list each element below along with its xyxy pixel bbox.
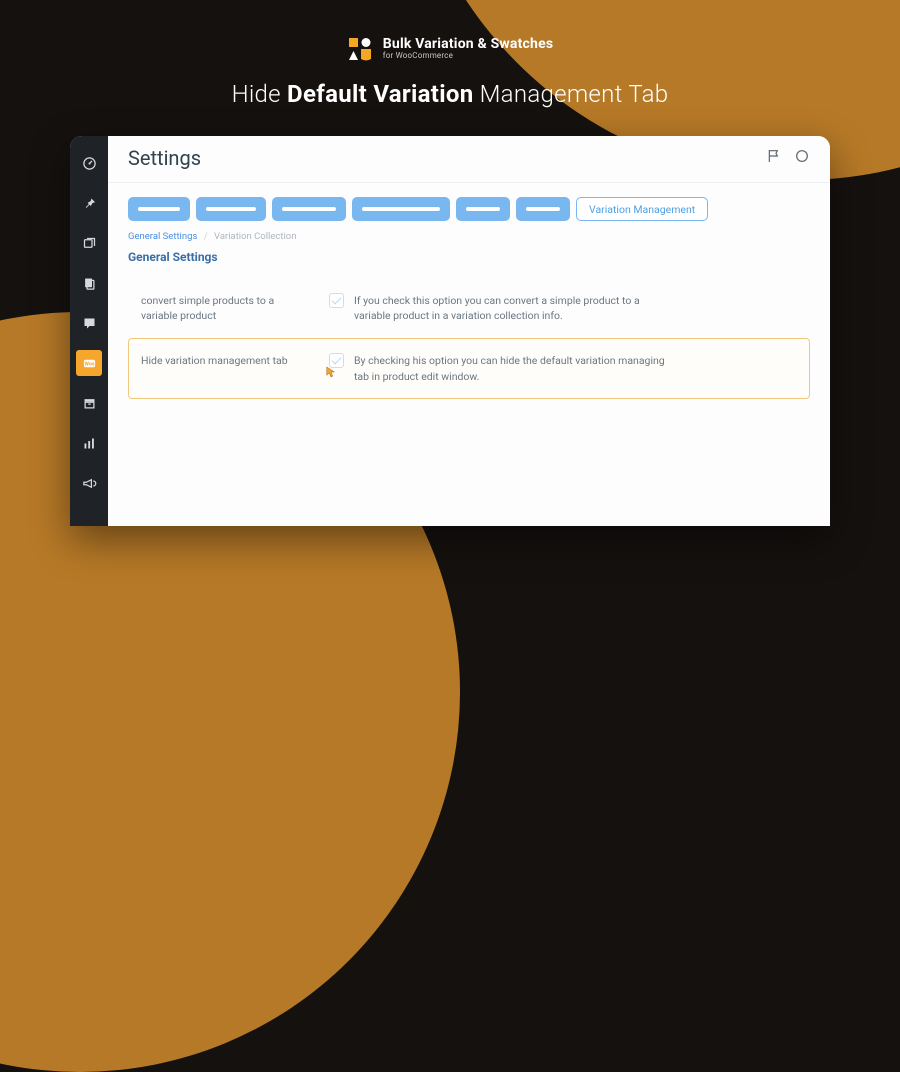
dashboard-icon[interactable] <box>76 150 102 176</box>
section-heading: General Settings <box>128 250 810 264</box>
svg-text:Woo: Woo <box>84 361 94 367</box>
tab-placeholder-3[interactable] <box>272 197 346 221</box>
circle-icon[interactable] <box>794 148 810 169</box>
setting-label: convert simple products to a variable pr… <box>141 293 301 323</box>
checkbox-convert[interactable] <box>329 293 344 308</box>
flag-icon[interactable] <box>766 148 782 169</box>
breadcrumb: General Settings / Variation Collection <box>128 231 810 242</box>
stats-icon[interactable] <box>76 430 102 456</box>
settings-tabs: Variation Management <box>128 197 810 221</box>
pin-icon[interactable] <box>76 190 102 216</box>
media-icon[interactable] <box>76 230 102 256</box>
breadcrumb-general[interactable]: General Settings <box>128 231 197 242</box>
admin-sidebar: Woo <box>70 136 108 526</box>
cursor-icon <box>326 366 336 378</box>
tab-placeholder-6[interactable] <box>516 197 570 221</box>
brand-logo: Bulk Variation & Swatches for WooCommerc… <box>347 36 553 62</box>
page-title: Settings <box>128 146 201 170</box>
woo-icon[interactable]: Woo <box>76 350 102 376</box>
setting-desc: By checking his option you can hide the … <box>354 353 674 383</box>
setting-desc: If you check this option you can convert… <box>354 293 674 323</box>
app-window: Woo Settings <box>70 136 830 526</box>
archive-icon[interactable] <box>76 390 102 416</box>
tab-placeholder-1[interactable] <box>128 197 190 221</box>
tab-placeholder-5[interactable] <box>456 197 510 221</box>
pages-icon[interactable] <box>76 270 102 296</box>
comments-icon[interactable] <box>76 310 102 336</box>
tab-placeholder-4[interactable] <box>352 197 450 221</box>
megaphone-icon[interactable] <box>76 470 102 496</box>
logo-mark-icon <box>347 36 373 62</box>
tab-variation-management[interactable]: Variation Management <box>576 197 708 221</box>
tab-placeholder-2[interactable] <box>196 197 266 221</box>
setting-label: Hide variation management tab <box>141 353 301 368</box>
setting-row-convert: convert simple products to a variable pr… <box>128 278 810 338</box>
setting-row-hide-tab: Hide variation management tab By checkin… <box>128 338 810 398</box>
checkbox-hide-tab[interactable] <box>329 353 344 368</box>
brand-subtitle: for WooCommerce <box>383 52 553 60</box>
brand-title: Bulk Variation & Swatches <box>383 37 553 52</box>
breadcrumb-collection[interactable]: Variation Collection <box>214 231 296 242</box>
promo-headline: Hide Default Variation Management Tab <box>0 80 900 108</box>
